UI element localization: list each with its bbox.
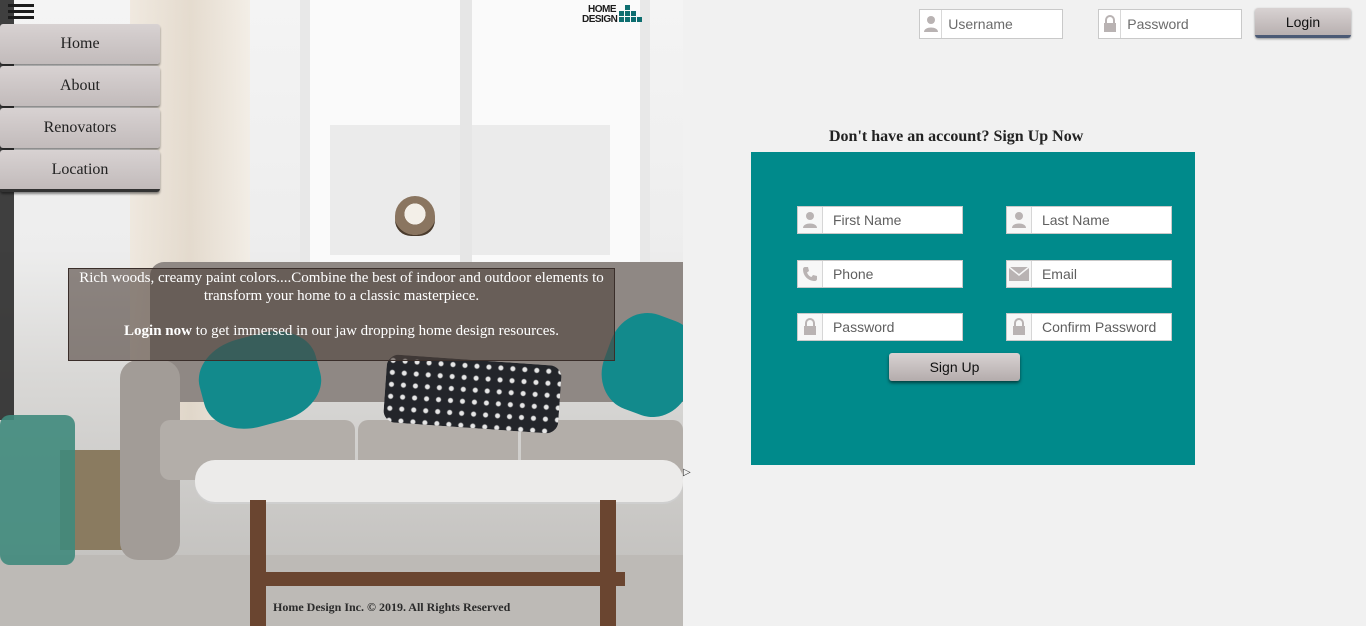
last-name-field[interactable] <box>1006 206 1172 234</box>
floor <box>0 555 683 626</box>
lock-icon <box>798 314 823 340</box>
menu-icon[interactable] <box>8 4 34 22</box>
home-design-logo[interactable]: HOME DESIGN <box>582 3 643 29</box>
nav-item-home[interactable]: Home <box>0 24 160 64</box>
table-rail <box>265 572 625 586</box>
email-field[interactable] <box>1006 260 1172 288</box>
hero-login-prompt: Login now to get immersed in our jaw dro… <box>69 322 614 340</box>
nav-item-about[interactable]: About <box>0 66 160 106</box>
hero-login-text: to get immersed in our jaw dropping home… <box>191 323 559 339</box>
username-field[interactable] <box>919 9 1063 39</box>
signup-password-field[interactable] <box>797 313 963 341</box>
phone-icon <box>798 261 823 287</box>
coffee-table <box>195 460 683 502</box>
email-input[interactable] <box>1031 261 1171 287</box>
username-input[interactable] <box>942 10 1062 38</box>
phone-field[interactable] <box>797 260 963 288</box>
signup-button[interactable]: Sign Up <box>889 353 1020 381</box>
table-leg <box>250 500 266 626</box>
patterned-pillow <box>382 353 563 435</box>
table-leg <box>600 500 616 626</box>
first-name-input[interactable] <box>822 207 962 233</box>
user-icon <box>920 10 943 38</box>
cat <box>395 196 435 236</box>
lock-icon <box>1099 10 1122 38</box>
nav-item-renovators[interactable]: Renovators <box>0 108 160 148</box>
confirm-password-input[interactable] <box>1031 314 1171 340</box>
side-nav: Home About Renovators Location <box>0 24 160 194</box>
envelope-icon <box>1007 261 1032 287</box>
signup-password-input[interactable] <box>822 314 962 340</box>
nav-item-location[interactable]: Location <box>0 150 160 192</box>
hero-tagline-box: Rich woods, creamy paint colors....Combi… <box>68 268 615 361</box>
user-icon <box>1007 207 1032 233</box>
hero-login-link[interactable]: Login now <box>124 323 192 339</box>
lock-icon <box>1007 314 1032 340</box>
phone-input[interactable] <box>822 261 962 287</box>
blanket <box>0 415 75 565</box>
first-name-field[interactable] <box>797 206 963 234</box>
confirm-password-field[interactable] <box>1006 313 1172 341</box>
password-input[interactable] <box>1121 10 1241 38</box>
signup-form: Sign Up <box>751 152 1195 465</box>
logo-line2: DESIGN <box>582 14 618 25</box>
user-icon <box>798 207 823 233</box>
window <box>300 0 650 270</box>
logo-blocks-icon <box>619 5 643 22</box>
mouse-cursor-icon: ▷ <box>683 467 691 478</box>
last-name-input[interactable] <box>1031 207 1171 233</box>
login-button[interactable]: Login <box>1255 8 1351 38</box>
password-field[interactable] <box>1098 9 1242 39</box>
footer-copyright: Home Design Inc. © 2019. All Rights Rese… <box>273 600 511 614</box>
hero-tagline: Rich woods, creamy paint colors....Combi… <box>79 270 604 304</box>
signup-title: Don't have an account? Sign Up Now <box>829 128 1084 145</box>
